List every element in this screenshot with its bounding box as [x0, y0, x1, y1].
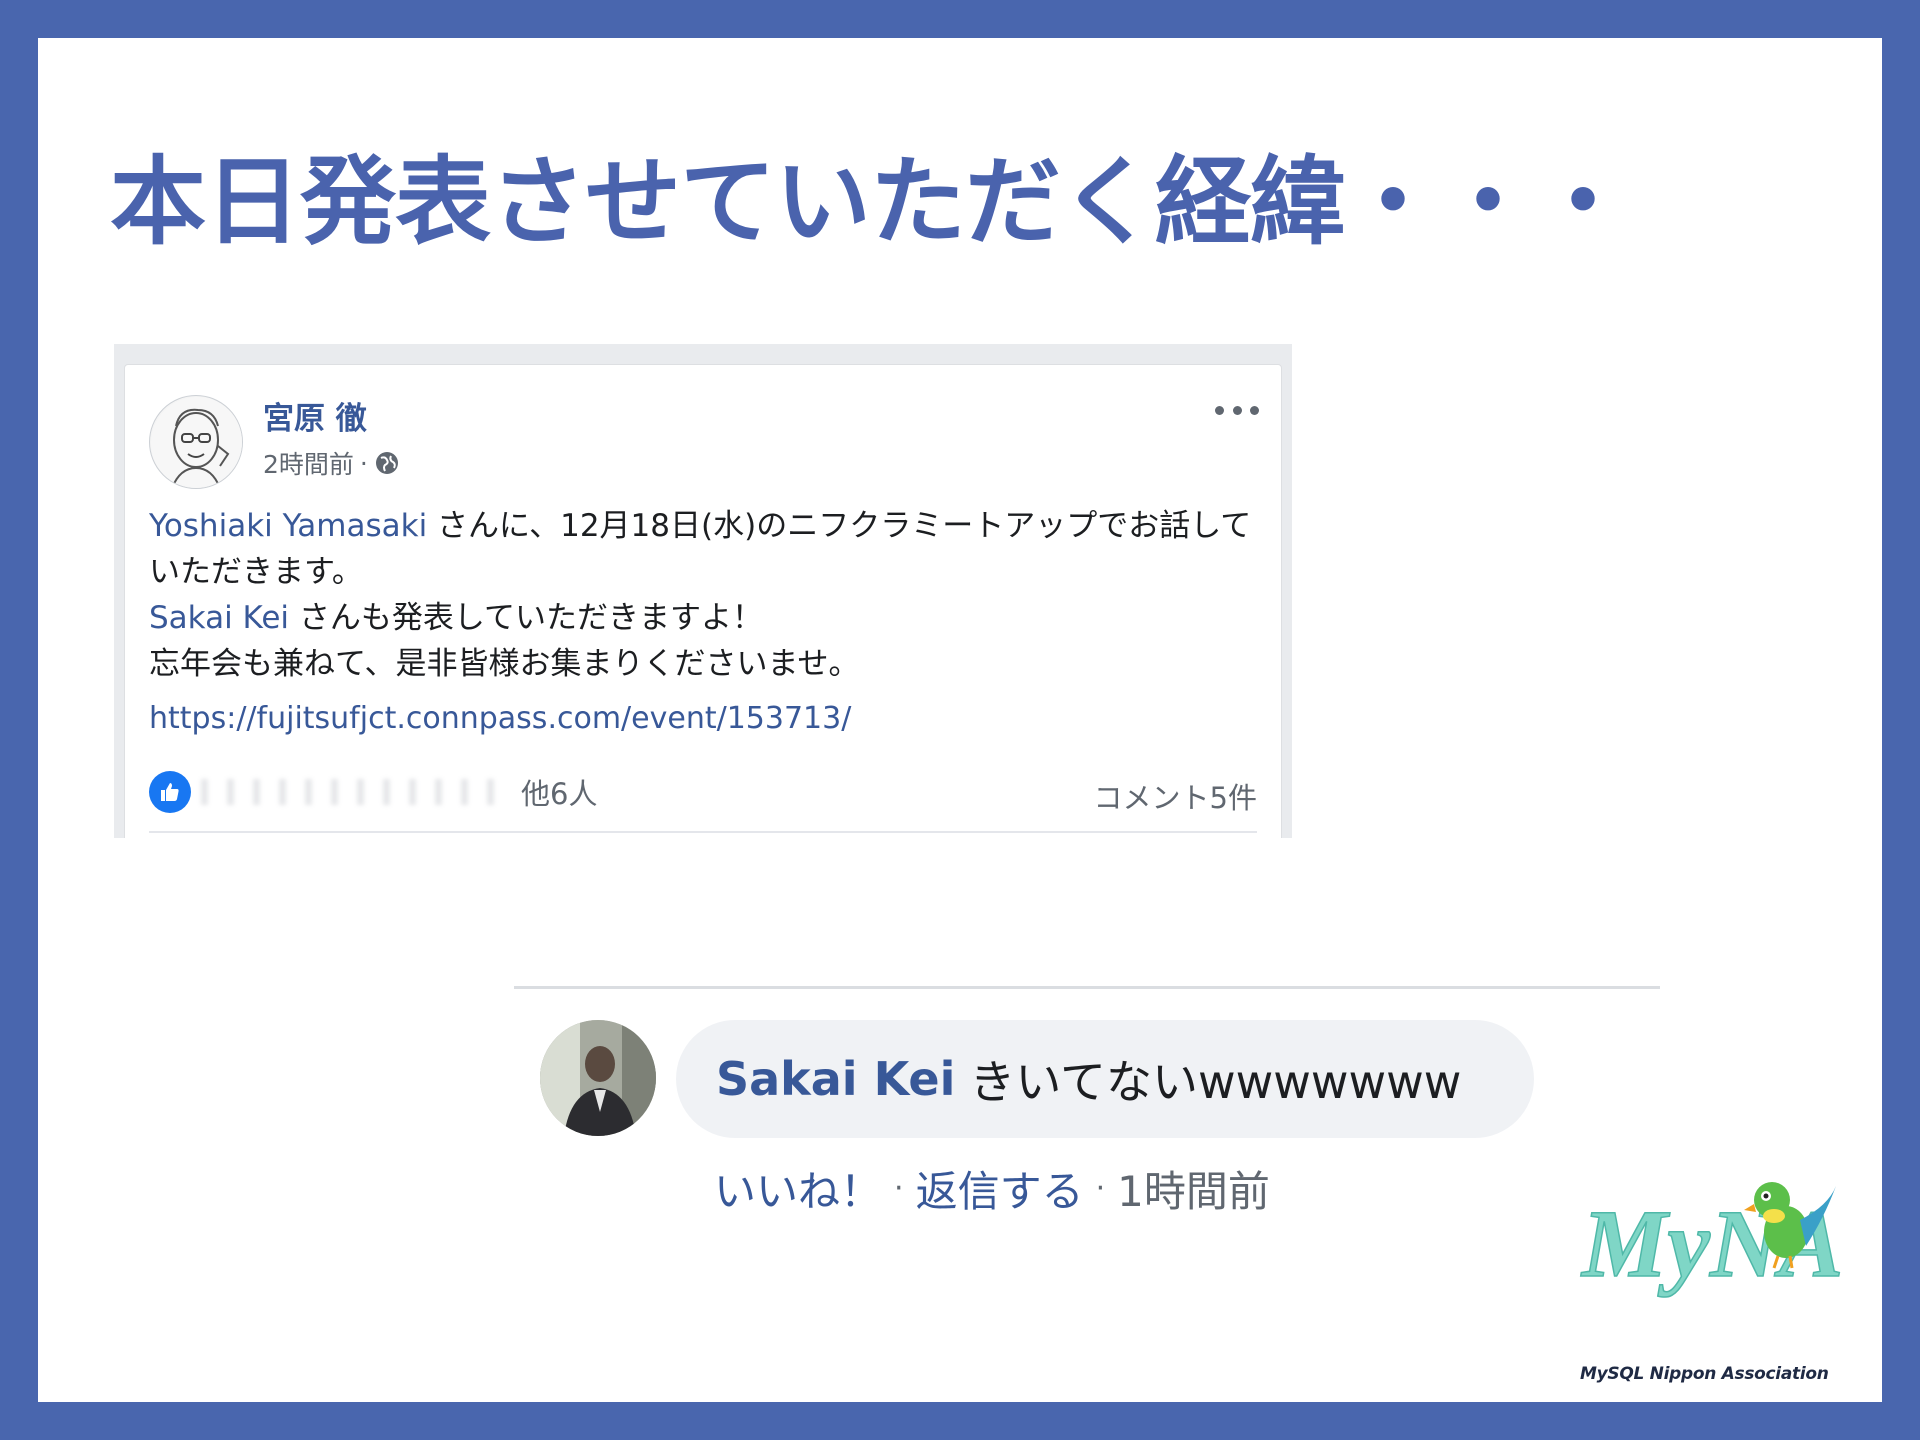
commenter-name[interactable]: Sakai Kei: [716, 1052, 955, 1106]
author-avatar[interactable]: [149, 395, 243, 489]
comment-divider: [514, 986, 1660, 989]
card-divider: [149, 831, 1257, 833]
more-options-icon[interactable]: [1215, 395, 1259, 425]
more-dot: [1215, 405, 1224, 415]
post-line-1: Yoshiaki Yamasaki さんに、12月18日(水)のニフクラミートア…: [149, 503, 1259, 595]
comment-bubble: Sakai Kei きいてないwwwwwww: [676, 1020, 1534, 1138]
reactions-others: 他6人: [521, 777, 598, 811]
mention-sakai[interactable]: Sakai Kei: [149, 600, 289, 636]
action-separator: ·: [894, 1171, 904, 1206]
commenter-avatar[interactable]: [540, 1020, 656, 1136]
comment-count[interactable]: コメント5件: [1094, 775, 1257, 817]
author-avatar-illustration: [151, 397, 242, 488]
comment-actions: いいね！ · 返信する · 1時間前: [714, 1158, 1270, 1219]
post-line-3: 忘年会も兼ねて、是非皆様お集まりくださいませ。: [149, 646, 860, 682]
action-separator: ·: [1095, 1171, 1106, 1206]
comment-time[interactable]: 1時間前: [1117, 1158, 1270, 1219]
meta-separator: ·: [359, 448, 368, 478]
post-screenshot: 宮原 徹 2時間前 · Yoshiaki Yamasaki さんに、12月18日…: [114, 344, 1292, 838]
comment-like-button[interactable]: いいね！: [714, 1158, 882, 1219]
post-time[interactable]: 2時間前: [263, 445, 354, 481]
thumbs-up-icon: [149, 771, 191, 813]
post-line-2: Sakai Kei さんも発表していただきますよ！: [149, 595, 1259, 641]
myna-logo: MyNA: [1579, 1182, 1844, 1298]
logo-tagline: MySQL Nippon Association: [1580, 1364, 1829, 1384]
post-meta: 2時間前 ·: [263, 445, 400, 481]
author-name[interactable]: 宮原 徹: [263, 393, 367, 438]
mention-yoshiaki[interactable]: Yoshiaki Yamasaki: [149, 508, 427, 544]
comment-text: きいてないwwwwwww: [969, 1055, 1462, 1109]
blurred-reactor-names: [201, 779, 511, 805]
more-dot: [1232, 405, 1242, 415]
more-dot: [1250, 405, 1259, 415]
slide-title: 本日発表させていただく経緯・・・: [110, 146, 1631, 258]
commenter-photo: [540, 1020, 656, 1136]
post-card: 宮原 徹 2時間前 · Yoshiaki Yamasaki さんに、12月18日…: [124, 364, 1282, 838]
event-link[interactable]: https://fujitsufjct.connpass.com/event/1…: [149, 701, 851, 736]
comment-reply-button[interactable]: 返信する: [916, 1158, 1084, 1219]
post-body: Yoshiaki Yamasaki さんに、12月18日(水)のニフクラミートア…: [149, 503, 1259, 687]
reactions-summary[interactable]: 他6人: [149, 771, 597, 813]
globe-icon[interactable]: [374, 450, 400, 476]
post-line-2-text: さんも発表していただきますよ！: [289, 600, 763, 636]
